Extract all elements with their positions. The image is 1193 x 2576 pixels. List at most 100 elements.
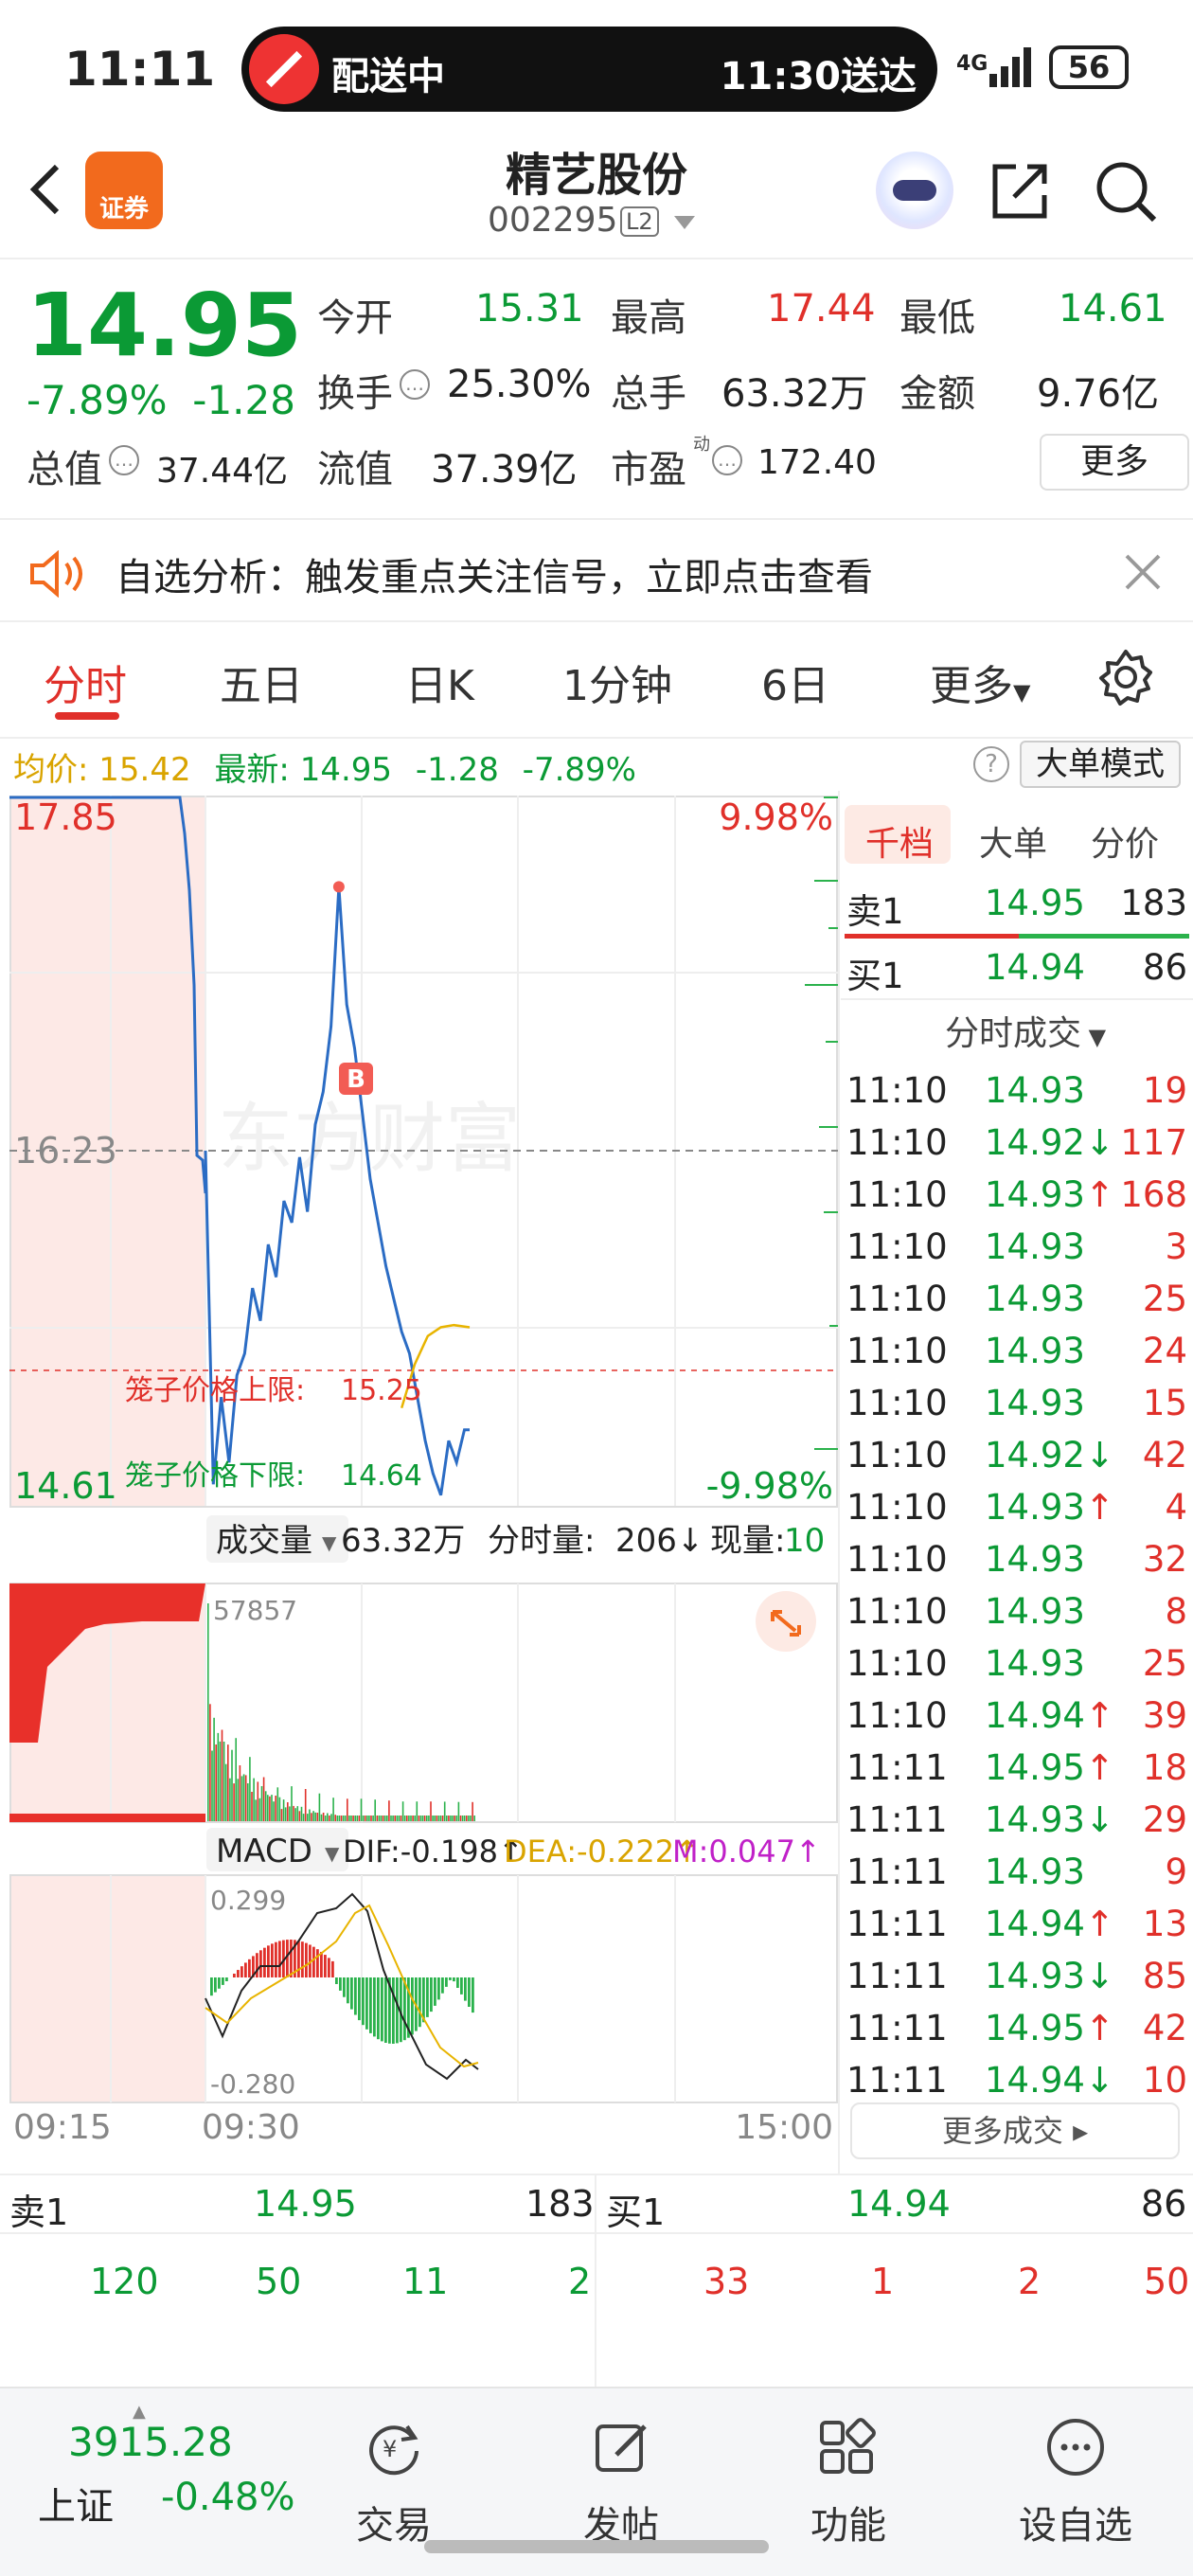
high-label: 最高: [611, 296, 686, 340]
trades-title[interactable]: 分时成交 ▼: [945, 1006, 1106, 1055]
gear-icon[interactable]: [1096, 648, 1155, 707]
tab-more[interactable]: 更多▼: [930, 652, 1030, 712]
volume-bar: [215, 1744, 217, 1821]
mktcap-label: 总值: [27, 448, 102, 492]
more-button[interactable]: 更多: [1040, 434, 1189, 491]
volume-bar: [364, 1816, 366, 1821]
close-icon[interactable]: [1119, 548, 1166, 596]
stock-code: 002295: [488, 201, 618, 240]
volume-bar: [257, 1781, 259, 1821]
index-pct[interactable]: -0.48%: [161, 2476, 295, 2519]
post-icon[interactable]: [592, 2417, 652, 2478]
macd-bar: [301, 1941, 304, 1978]
nav-add-watchlist[interactable]: 设自选: [1000, 2495, 1151, 2549]
trade-price-value: 14.93: [985, 1487, 1085, 1528]
trade-volume: 15: [1142, 1383, 1187, 1423]
price-change: -7.89% -1.28: [27, 377, 295, 423]
trade-volume: 4: [1165, 1487, 1187, 1528]
volume-bar: [441, 1816, 444, 1821]
info-icon[interactable]: …: [109, 445, 139, 475]
level2-badge: L2: [620, 206, 659, 237]
info-icon[interactable]: …: [712, 445, 742, 475]
volume-bar: [296, 1806, 299, 1821]
tab-intraday[interactable]: 分时: [44, 652, 127, 712]
volume-bars: [207, 1603, 475, 1821]
search-icon[interactable]: [1094, 159, 1158, 224]
nav-functions[interactable]: 功能: [773, 2495, 924, 2549]
tab-six-day[interactable]: 6日: [761, 652, 829, 712]
macd-bar: [214, 1977, 217, 1993]
help-icon[interactable]: ?: [973, 746, 1009, 782]
tab-thousand-levels[interactable]: 千档: [865, 816, 934, 866]
volume-bar: [329, 1816, 330, 1821]
trade-icon[interactable]: ¥: [364, 2417, 424, 2478]
tab-big-orders[interactable]: 大单: [979, 816, 1047, 866]
buy-order: 50: [1144, 2261, 1190, 2302]
macd-bar: [222, 1977, 224, 1985]
volume-bar: [439, 1816, 442, 1821]
tab-price-dist[interactable]: 分价: [1091, 816, 1159, 866]
macd-bar: [225, 1977, 228, 1981]
sell-order: 11: [402, 2261, 449, 2302]
macd-bar: [377, 1977, 380, 2040]
chevron-down-icon[interactable]: [674, 216, 695, 229]
trade-price-value: 14.93: [985, 1383, 1085, 1423]
volume-bar: [300, 1806, 303, 1821]
delivery-pill[interactable]: 配送中 11:30送达: [241, 27, 937, 112]
big-order-mode-button[interactable]: 大单模式: [1020, 741, 1181, 788]
delivery-eta: 11:30送达: [720, 55, 917, 98]
macd-bar: [468, 1977, 471, 2007]
volume-bar: [276, 1787, 279, 1821]
macd-bar: [434, 1977, 436, 2006]
volume-label: 成交量: [216, 1522, 312, 1560]
divider: [595, 2175, 596, 2388]
time-label-open: 09:30: [202, 2108, 300, 2140]
volume-bar: [311, 1813, 312, 1821]
macd-bar: [335, 1977, 338, 1984]
trade-time: 11:10: [846, 1487, 948, 1528]
home-indicator[interactable]: [424, 2540, 769, 2553]
volume-bar: [362, 1816, 365, 1821]
volume-max: 57857: [213, 1595, 297, 1626]
functions-icon[interactable]: [816, 2417, 877, 2478]
more-circle-icon[interactable]: [1045, 2417, 1106, 2478]
index-value[interactable]: 3915.28: [68, 2419, 233, 2465]
info-icon[interactable]: …: [400, 369, 430, 400]
volume-bar: [221, 1729, 223, 1821]
share-icon[interactable]: [989, 159, 1052, 222]
trade-volume: 168: [1120, 1174, 1187, 1215]
volume-bar: [280, 1809, 283, 1821]
index-name[interactable]: 上证: [38, 2476, 114, 2531]
volume-bar: [378, 1816, 381, 1821]
volume-bar: [340, 1816, 343, 1821]
pe-value: 172.40: [757, 443, 877, 482]
volume-bar: [454, 1816, 455, 1821]
signal-notice[interactable]: 自选分析：触发重点关注信号，立即点击查看: [0, 518, 1193, 622]
trade-time: 11:10: [846, 1279, 948, 1319]
macd-dif-line: [205, 1892, 479, 2081]
trade-direction: ↓: [1084, 2060, 1114, 2101]
trade-direction: ↑: [1084, 1904, 1114, 1944]
volume-bar: [366, 1816, 368, 1821]
open-value: 15.31: [475, 287, 584, 331]
trade-time: 11:10: [846, 1539, 948, 1580]
tab-daily-k[interactable]: 日K: [405, 652, 474, 712]
volume-bar: [269, 1796, 271, 1821]
intraday-chart[interactable]: 东方财富 B 17.85 16.23 14.61 9.98% -9.98% 笼子…: [9, 796, 838, 2140]
volume-bar: [446, 1816, 448, 1821]
trade-direction: ↓: [1084, 1122, 1114, 1163]
tab-one-minute[interactable]: 1分钟: [562, 652, 672, 712]
volume-bar: [432, 1816, 434, 1821]
trade-row: 11:10 14.93 3: [841, 1226, 1193, 1279]
tab-five-day[interactable]: 五日: [220, 652, 303, 712]
trade-price: 14.95↑: [985, 2008, 1114, 2048]
active-tab-indicator: [55, 712, 119, 720]
volume-bar: [388, 1800, 390, 1821]
trade-volume: 13: [1142, 1904, 1187, 1944]
low-label: 最低: [899, 296, 975, 340]
macd-bar: [324, 1955, 327, 1977]
more-trades-button[interactable]: 更多成交 ▸: [850, 2102, 1180, 2159]
volume-bar: [406, 1816, 408, 1821]
volume-bar: [267, 1795, 269, 1821]
assistant-robot-icon[interactable]: [876, 152, 953, 229]
